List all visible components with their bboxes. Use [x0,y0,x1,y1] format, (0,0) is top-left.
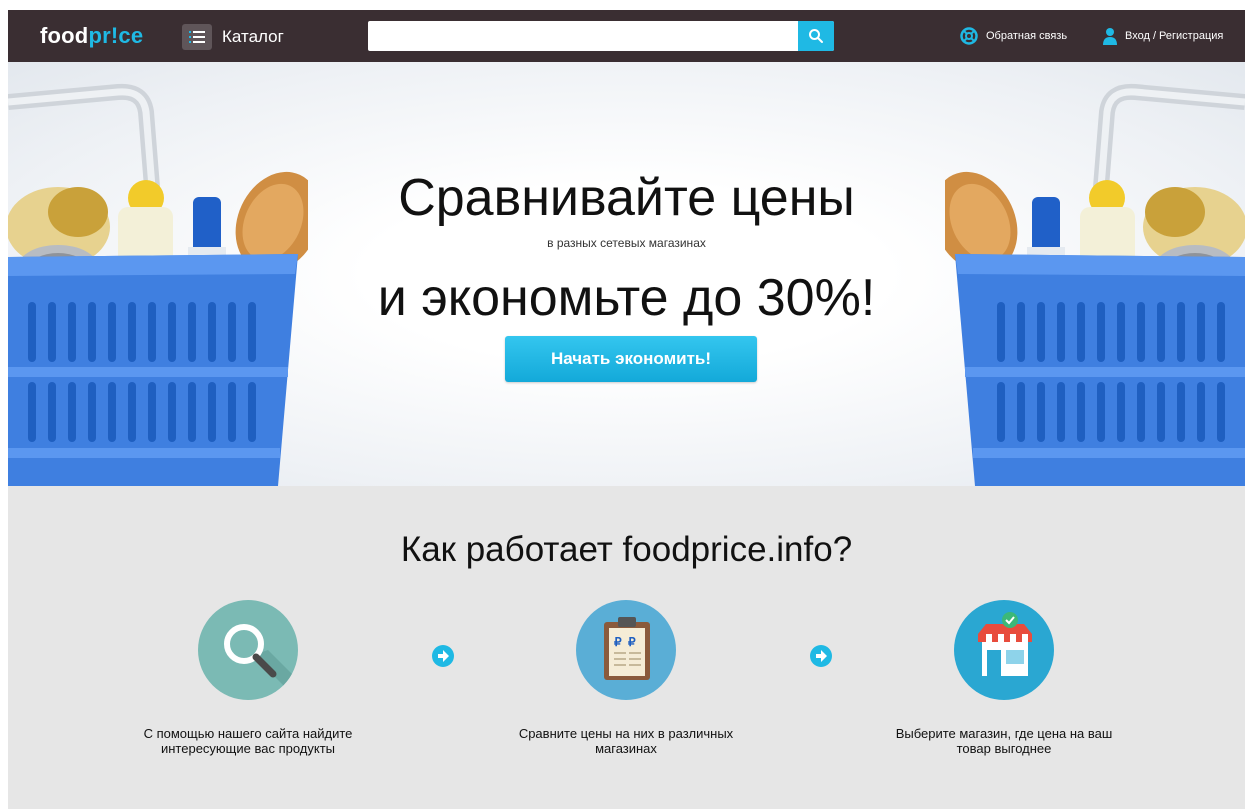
hero-banner: Сравнивайте цены в разных сетевых магази… [8,62,1245,486]
how-it-works-title: Как работает foodprice.info? [400,530,853,569]
menu-icon [182,24,212,50]
search-bar [368,21,834,51]
search-button[interactable] [798,21,834,51]
step-3-text: Выберите магазин, где цена на ваш товар … [895,726,1113,756]
site-logo[interactable]: foodpr!ce [40,23,143,49]
search-input[interactable] [368,21,792,51]
arrow-right-icon [810,645,832,667]
step-2-text: Сравните цены на них в различных магазин… [518,726,734,756]
login-label: Вход / Регистрация [1125,30,1224,42]
hero-headline: Сравнивайте цены [398,169,855,227]
feedback-link[interactable]: Обратная связь [960,26,1067,46]
logo-text-price: pr!ce [88,23,144,48]
search-icon [809,29,823,43]
start-saving-button[interactable]: Начать экономить! [505,336,757,382]
lifebuoy-icon [960,27,978,45]
catalog-label: Каталог [222,27,284,46]
arrow-right-icon [432,645,454,667]
logo-text-food: food [40,23,89,48]
svg-text:₽: ₽ [628,635,636,649]
catalog-button[interactable]: Каталог [182,24,284,50]
hero-subtitle: в разных сетевых магазинах [547,236,706,250]
how-it-works-section: Как работает foodprice.info? С помощью н… [8,486,1245,809]
login-register-link[interactable]: Вход / Регистрация [1103,26,1223,46]
step-1-text: С помощью нашего сайта найдите интересую… [143,726,353,756]
top-navbar: foodpr!ce Каталог Обратная связь Вход / … [8,10,1245,62]
step-3-shop-icon [954,600,1054,700]
step-2-clipboard-prices-icon: ₽ ₽ [576,600,676,700]
step-1-magnifier-icon [198,600,298,700]
user-icon [1103,28,1117,45]
hero-headline-savings: и экономьте до 30%! [377,269,876,327]
svg-text:₽: ₽ [614,635,622,649]
feedback-label: Обратная связь [986,30,1068,42]
